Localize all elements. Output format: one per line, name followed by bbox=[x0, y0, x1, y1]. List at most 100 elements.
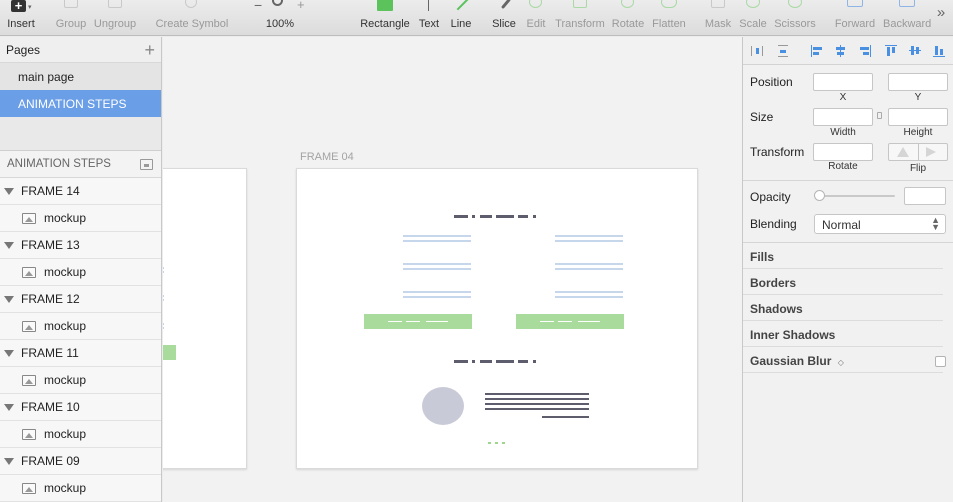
disclosure-triangle-icon[interactable] bbox=[4, 349, 14, 357]
disclosure-triangle-icon[interactable] bbox=[4, 241, 14, 249]
image-layer-icon bbox=[22, 212, 36, 224]
shadows-section[interactable]: Shadows bbox=[750, 302, 803, 316]
page-item-main-page[interactable]: main page bbox=[0, 63, 161, 90]
gaussian-blur-checkbox[interactable] bbox=[935, 356, 946, 367]
create-symbol-button[interactable]: Create Symbol bbox=[154, 0, 230, 36]
artboard-partial[interactable] bbox=[163, 168, 247, 469]
backward-button[interactable]: Backward bbox=[883, 0, 931, 36]
image-layer-icon bbox=[22, 374, 36, 386]
align-right-icon[interactable] bbox=[859, 45, 871, 57]
height-field[interactable] bbox=[888, 108, 948, 126]
height-label: Height bbox=[903, 127, 933, 138]
mask-button[interactable]: Mask bbox=[704, 0, 732, 36]
mockup-text-line bbox=[555, 235, 623, 237]
text-button[interactable]: Text bbox=[417, 0, 441, 36]
insert-button[interactable]: + ▾ Insert bbox=[5, 0, 37, 36]
layer-group-frame-10[interactable]: FRAME 10 bbox=[0, 394, 161, 421]
mockup-text-line bbox=[485, 408, 589, 410]
scissors-button[interactable]: Scissors bbox=[773, 0, 817, 36]
flatten-button[interactable]: Flatten bbox=[651, 0, 687, 36]
blending-select[interactable]: Normal ▲ ▼ bbox=[814, 214, 946, 234]
group-button[interactable]: Group bbox=[54, 0, 88, 36]
chevron-updown-icon[interactable]: ◇ bbox=[838, 358, 844, 367]
collapse-layers-icon[interactable] bbox=[140, 158, 153, 170]
mockup-page-dot bbox=[495, 442, 498, 444]
opacity-label: Opacity bbox=[750, 190, 791, 204]
forward-button[interactable]: Forward bbox=[834, 0, 876, 36]
layer-image-mockup[interactable]: mockup bbox=[0, 475, 161, 502]
opacity-field[interactable] bbox=[904, 187, 946, 205]
flip-vertical-icon[interactable] bbox=[926, 147, 936, 157]
inner-shadows-section[interactable]: Inner Shadows bbox=[750, 328, 835, 342]
slice-button[interactable]: Slice bbox=[490, 0, 518, 36]
layer-group-frame-14[interactable]: FRAME 14 bbox=[0, 178, 161, 205]
align-top-icon[interactable] bbox=[885, 45, 897, 57]
mockup-text-line bbox=[403, 291, 471, 293]
artboard-frame-04[interactable] bbox=[296, 168, 698, 469]
transform-button[interactable]: Transform bbox=[555, 0, 605, 36]
fills-section[interactable]: Fills bbox=[750, 250, 774, 264]
layer-group-frame-13[interactable]: FRAME 13 bbox=[0, 232, 161, 259]
add-page-icon[interactable]: + bbox=[144, 41, 155, 59]
layers-title: ANIMATION STEPS bbox=[7, 158, 111, 170]
rotate-icon bbox=[611, 0, 645, 18]
rectangle-button[interactable]: Rectangle bbox=[360, 0, 410, 36]
distribute-horizontal-icon[interactable] bbox=[751, 45, 763, 57]
position-y-field[interactable] bbox=[888, 73, 948, 91]
gaussian-blur-section[interactable]: Gaussian Blur ◇ bbox=[750, 354, 844, 368]
inspector-panel: Position X Y Size Width Height Transform… bbox=[742, 37, 953, 502]
layer-image-mockup[interactable]: mockup bbox=[0, 313, 161, 340]
disclosure-triangle-icon[interactable] bbox=[4, 187, 14, 195]
canvas[interactable]: FRAME 04 bbox=[163, 37, 742, 502]
opacity-slider-track[interactable] bbox=[819, 195, 895, 197]
disclosure-triangle-icon[interactable] bbox=[4, 403, 14, 411]
zoom-control[interactable]: − + 100% bbox=[254, 0, 306, 36]
rotate-field[interactable] bbox=[813, 143, 873, 161]
disclosure-triangle-icon[interactable] bbox=[4, 457, 14, 465]
page-item-animation-steps[interactable]: ANIMATION STEPS bbox=[0, 90, 161, 117]
layer-image-mockup[interactable]: mockup bbox=[0, 367, 161, 394]
mockup-heading bbox=[518, 215, 528, 218]
width-field[interactable] bbox=[813, 108, 873, 126]
borders-section[interactable]: Borders bbox=[750, 276, 796, 290]
rotate-button[interactable]: Rotate bbox=[611, 0, 645, 36]
mockup-avatar bbox=[422, 387, 464, 425]
slice-icon bbox=[490, 0, 518, 18]
align-bottom-icon[interactable] bbox=[933, 45, 945, 57]
layer-group-frame-12[interactable]: FRAME 12 bbox=[0, 286, 161, 313]
insert-icon: + ▾ bbox=[5, 0, 37, 18]
divider bbox=[743, 180, 953, 181]
flip-horizontal-icon[interactable] bbox=[897, 147, 909, 157]
divider bbox=[743, 346, 943, 347]
divider bbox=[743, 242, 953, 243]
layer-image-mockup[interactable]: mockup bbox=[0, 421, 161, 448]
layer-group-frame-09[interactable]: FRAME 09 bbox=[0, 448, 161, 475]
scale-icon bbox=[738, 0, 768, 18]
align-center-icon[interactable] bbox=[835, 45, 847, 57]
opacity-slider-knob[interactable] bbox=[814, 190, 825, 201]
edit-button[interactable]: Edit bbox=[524, 0, 548, 36]
distribute-vertical-icon[interactable] bbox=[777, 45, 789, 57]
layer-image-mockup[interactable]: mockup bbox=[0, 259, 161, 286]
layer-group-frame-11[interactable]: FRAME 11 bbox=[0, 340, 161, 367]
more-toolbar-icon[interactable]: » bbox=[933, 4, 949, 40]
mockup-heading bbox=[533, 215, 536, 218]
group-icon bbox=[54, 0, 88, 18]
position-x-field[interactable] bbox=[813, 73, 873, 91]
size-label: Size bbox=[750, 110, 774, 124]
mockup-text-line bbox=[163, 267, 164, 269]
mockup-text-line bbox=[555, 263, 623, 265]
zoom-in-button[interactable]: + bbox=[297, 0, 305, 12]
transform-icon bbox=[555, 0, 605, 18]
lock-icon[interactable] bbox=[877, 112, 882, 119]
ungroup-button[interactable]: Ungroup bbox=[93, 0, 137, 36]
zoom-out-button[interactable]: − bbox=[254, 0, 262, 13]
scale-button[interactable]: Scale bbox=[738, 0, 768, 36]
artboard-title[interactable]: FRAME 04 bbox=[300, 151, 354, 163]
align-middle-icon[interactable] bbox=[909, 45, 921, 57]
disclosure-triangle-icon[interactable] bbox=[4, 295, 14, 303]
align-left-icon[interactable] bbox=[811, 45, 823, 57]
mockup-heading bbox=[472, 215, 475, 218]
line-button[interactable]: Line bbox=[449, 0, 473, 36]
layer-image-mockup[interactable]: mockup bbox=[0, 205, 161, 232]
